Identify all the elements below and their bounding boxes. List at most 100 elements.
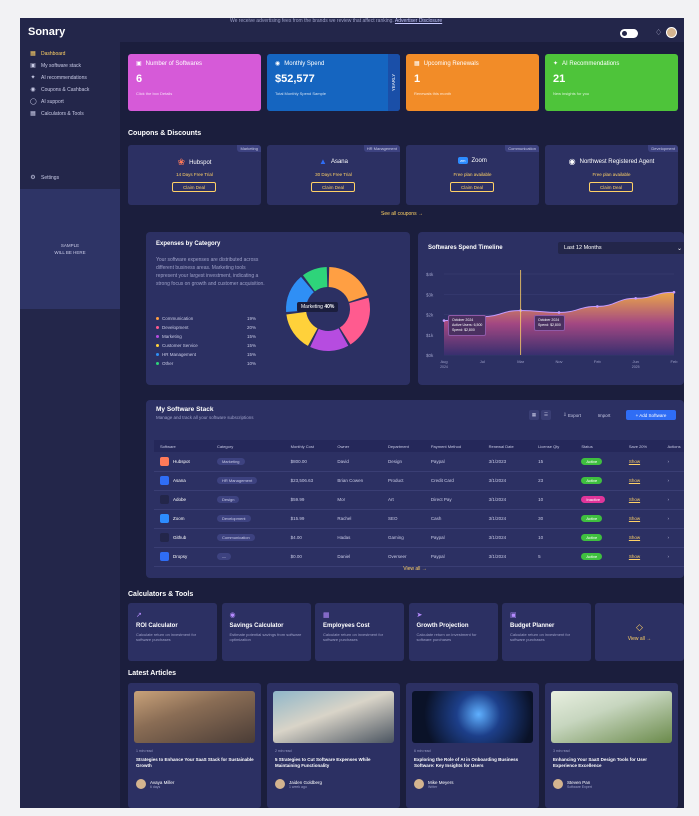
column-header[interactable]: Category <box>210 440 285 452</box>
spend-point[interactable] <box>634 297 637 300</box>
ad-placeholder: SAMPLE WILL BE HERE <box>20 189 120 309</box>
article-card[interactable]: 3 min read Enhancing Your SaaS Design Too… <box>545 683 678 808</box>
article-card[interactable]: 1 min read Strategies to Enhance Your Saa… <box>128 683 261 808</box>
chevron-right-icon[interactable]: › <box>667 478 669 483</box>
x-tick-sublabel: 2024 <box>440 365 448 369</box>
sidebar-item-stack[interactable]: ▣ My software stack <box>20 60 120 71</box>
sidebar-item-settings[interactable]: ⚙ Settings <box>20 172 120 183</box>
theme-toggle[interactable] <box>620 29 638 38</box>
donut-slice-customer-service[interactable] <box>286 311 318 346</box>
sidebar-item-calculators[interactable]: ▦ Calculators & Tools <box>20 108 120 119</box>
stat-card-ai-recommendations[interactable]: ✦ AI Recommendations 21 New insights for … <box>545 54 678 111</box>
column-header[interactable]: Software <box>154 440 211 452</box>
calculator-card[interactable]: ◉ Savings Calculator Estimate potential sa… <box>221 603 311 661</box>
spend-point[interactable] <box>596 305 599 308</box>
column-header[interactable]: Owner <box>331 440 382 452</box>
export-button[interactable]: ⇩ Export <box>559 410 585 420</box>
show-savings-link[interactable]: Show <box>629 478 640 483</box>
chevron-right-icon[interactable]: › <box>667 535 669 540</box>
license-qty-cell: 5 <box>532 547 576 567</box>
calculator-card[interactable]: ➤ Growth Projection Calculate return on in… <box>408 603 498 661</box>
stat-subtext: Total Monthly Spend Sample <box>275 91 326 96</box>
stat-card-monthly-spend[interactable]: ◉ Monthly Spend $52,577 Total Monthly Spe… <box>267 54 400 111</box>
renewal-cell: 3/1/2023 <box>482 452 533 472</box>
claim-deal-button[interactable]: Claim Deal <box>172 182 216 192</box>
chevron-right-icon[interactable]: › <box>667 554 669 559</box>
coupon-card-hubspot: Marketing ❀ Hubspot 14 Days Free Trial Cl… <box>128 145 261 205</box>
table-row[interactable]: Hubspot Marketing $800.00 David Design Paypal… <box>154 452 684 472</box>
spend-point[interactable] <box>442 319 446 322</box>
monthly-cost: $23,506.63 <box>284 471 332 491</box>
donut-slice-communication[interactable] <box>328 267 368 302</box>
status-badge: Active <box>581 477 603 484</box>
monthly-cost: $15.99 <box>284 509 332 529</box>
column-header[interactable]: Save 20% <box>622 440 662 452</box>
author-name: Avaya Miller <box>150 779 175 785</box>
column-header[interactable]: Monthly Cost <box>284 440 332 452</box>
advertiser-disclosure-link[interactable]: Advertiser Disclosure <box>395 18 442 24</box>
payment-cell: Credit Card <box>424 471 483 491</box>
software-name: Dropsy <box>173 554 188 559</box>
show-savings-link[interactable]: Show <box>629 497 640 502</box>
show-savings-link[interactable]: Show <box>629 516 640 521</box>
show-savings-link[interactable]: Show <box>629 459 640 464</box>
table-row[interactable]: Github Communication $4.00 Hadas Gaming Paypa… <box>154 528 684 548</box>
column-header[interactable]: Actions <box>661 440 684 452</box>
donut-slice-development[interactable] <box>339 297 370 345</box>
claim-deal-button[interactable]: Claim Deal <box>450 182 494 192</box>
article-card[interactable]: 6 min read Exploring the Role of AI in On… <box>406 683 539 808</box>
import-button[interactable]: Import <box>593 410 615 420</box>
see-all-coupons-link[interactable]: See all coupons → <box>120 211 684 217</box>
column-header[interactable]: Payment Method <box>424 440 483 452</box>
stat-value: $52,577 <box>275 73 315 85</box>
chevron-right-icon[interactable]: › <box>667 459 669 464</box>
column-header[interactable]: Status <box>575 440 623 452</box>
article-card[interactable]: 2 min read 5 Strategies to Cut Software E… <box>267 683 400 808</box>
save-cell: Show <box>622 509 662 529</box>
monthly-cost: $4.00 <box>284 528 332 548</box>
sidebar-item-ai-support[interactable]: ◯ AI support <box>20 96 120 107</box>
table-row[interactable]: Dropsy — $0.00 Daniel Overseer Paypal 3/1/2024… <box>154 547 684 567</box>
calculator-card[interactable]: ↗ ROI Calculator Calculate return on inves… <box>128 603 217 661</box>
add-software-button[interactable]: + Add Software <box>626 410 676 420</box>
claim-deal-button[interactable]: Claim Deal <box>311 182 355 192</box>
column-header[interactable]: License Qty <box>532 440 576 452</box>
list-view-icon[interactable]: ☰ <box>541 410 551 420</box>
calculator-card[interactable]: ▣ Budget Planner Calculate return on inves… <box>502 603 591 661</box>
grid-view-icon[interactable]: ▦ <box>529 410 539 420</box>
calculator-card[interactable]: ▦ Employees Cost Calculate return on inves… <box>315 603 404 661</box>
chevron-right-icon[interactable]: › <box>667 516 669 521</box>
sidebar-item-dashboard[interactable]: ▦ Dashboard <box>20 48 120 59</box>
bell-icon[interactable]: ♢ <box>655 28 662 37</box>
ad-text: SAMPLE WILL BE HERE <box>54 243 86 255</box>
table-row[interactable]: Adobe Design $59.99 Mor Art Direct Pay 3/1/202… <box>154 490 684 510</box>
calculators-view-all[interactable]: ◇ View all → <box>595 603 684 661</box>
table-row[interactable]: Asana HR Management $23,506.63 Brian Cowen P… <box>154 471 684 491</box>
column-header[interactable]: Renewal Date <box>482 440 533 452</box>
support-icon: ◯ <box>30 99 37 105</box>
article-title: Enhancing Your SaaS Design Tools for Use… <box>553 757 648 768</box>
chevron-right-icon[interactable]: › <box>667 497 669 502</box>
view-all-software-link[interactable]: View all → <box>146 566 684 572</box>
timeline-range-select[interactable]: Last 12 Months ⌄ <box>558 242 684 254</box>
show-savings-link[interactable]: Show <box>629 554 640 559</box>
claim-deal-button[interactable]: Claim Deal <box>589 182 633 192</box>
column-header[interactable]: Department <box>381 440 425 452</box>
sidebar-item-ai-recommendations[interactable]: ✦ AI recommendations <box>20 72 120 83</box>
expenses-panel: Expenses by Category Your software expen… <box>146 232 410 385</box>
legend-label: HR Management <box>162 352 197 357</box>
spend-point[interactable] <box>672 290 676 294</box>
actions-cell: › <box>661 471 684 491</box>
user-avatar[interactable] <box>666 27 677 38</box>
sidebar: ▦ Dashboard ▣ My software stack ✦ AI rec… <box>20 42 120 808</box>
sidebar-item-coupons[interactable]: ◉ Coupons & Cashback <box>20 84 120 95</box>
expenses-title: Expenses by Category <box>156 241 221 247</box>
show-savings-link[interactable]: Show <box>629 535 640 540</box>
app-logo[interactable]: Sonary <box>28 26 65 38</box>
table-row[interactable]: Zoom Development $15.99 Rachel SEO Cash 3/1/20… <box>154 509 684 529</box>
spend-point[interactable] <box>557 311 561 314</box>
stat-card-softwares[interactable]: ▣ Number of Softwares 6 Click the box Det… <box>128 54 261 111</box>
yearly-tab[interactable]: YEARLY <box>388 54 400 111</box>
software-logo-icon <box>160 495 169 504</box>
stat-card-renewals[interactable]: ▦ Upcoming Renewals 1 Renewals this month <box>406 54 539 111</box>
